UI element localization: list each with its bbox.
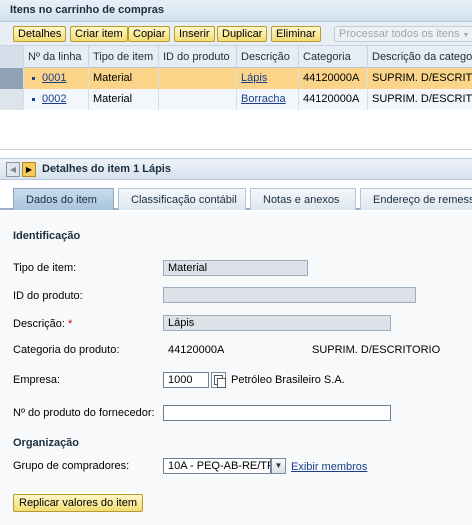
item-type-field: Material bbox=[163, 260, 308, 276]
row-selector[interactable] bbox=[0, 68, 24, 89]
product-id-cell bbox=[159, 68, 237, 89]
tab-account-assignment[interactable]: Classificação contábil bbox=[118, 188, 246, 210]
buyer-group-select[interactable]: 10A - PEQ-AB-RE/TR bbox=[163, 458, 271, 474]
supplier-product-field[interactable] bbox=[163, 405, 391, 421]
show-members-link[interactable]: Exibir membros bbox=[291, 461, 367, 473]
tab-notes-attachments[interactable]: Notas e anexos bbox=[250, 188, 356, 210]
cart-toolbar: Detalhes Criar item Copiar Inserir Dupli… bbox=[0, 22, 472, 46]
previous-item-button[interactable]: ◀ bbox=[6, 162, 20, 177]
description-cell: Borracha bbox=[237, 89, 299, 110]
product-category-description: SUPRIM. D/ESCRITORIO bbox=[312, 344, 441, 356]
description-link[interactable]: Borracha bbox=[241, 93, 286, 105]
column-header-category[interactable]: Categoria bbox=[299, 46, 368, 68]
description-label-text: Descrição: bbox=[13, 318, 65, 330]
replicate-item-values-button[interactable]: Replicar valores do item bbox=[13, 494, 143, 512]
value-help-icon[interactable] bbox=[211, 372, 226, 388]
table-row[interactable]: 0001 Material Lápis 44120000A SUPRIM. D/… bbox=[0, 68, 472, 89]
column-header-description[interactable]: Descrição bbox=[237, 46, 299, 68]
row-selector[interactable] bbox=[0, 89, 24, 110]
line-number-link[interactable]: 0002 bbox=[42, 93, 66, 105]
category-cell: 44120000A bbox=[299, 89, 368, 110]
process-all-items-label: Processar todos os itens bbox=[339, 28, 460, 40]
chevron-down-icon[interactable]: ▼ bbox=[271, 458, 286, 474]
item-type-cell: Material bbox=[89, 68, 159, 89]
duplicate-button[interactable]: Duplicar bbox=[217, 26, 268, 42]
category-cell: 44120000A bbox=[299, 68, 368, 89]
identification-heading: Identificação bbox=[13, 230, 81, 242]
product-category-field: 44120000A bbox=[168, 344, 225, 356]
description-link[interactable]: Lápis bbox=[241, 72, 267, 84]
item-data-form: Identificação Tipo de item: Material ID … bbox=[0, 212, 472, 525]
cart-panel-title: Itens no carrinho de compras bbox=[0, 0, 472, 22]
table-header: Nº da linha Tipo de item ID do produto D… bbox=[0, 46, 472, 68]
details-header: ◀ ▶ Detalhes do item 1 Lápis bbox=[0, 158, 472, 180]
column-header-category-desc[interactable]: Descrição da catego bbox=[368, 46, 472, 68]
bullet-icon bbox=[32, 76, 35, 80]
product-category-label: Categoria do produto: bbox=[13, 344, 120, 356]
copy-button[interactable]: Copiar bbox=[128, 26, 171, 42]
table-row[interactable]: 0002 Material Borracha 44120000A SUPRIM.… bbox=[0, 89, 472, 110]
column-header-product-id[interactable]: ID do produto bbox=[159, 46, 237, 68]
tab-item-data[interactable]: Dados do item bbox=[13, 188, 114, 210]
buyer-group-label: Grupo de compradores: bbox=[13, 460, 130, 472]
description-label: Descrição: * bbox=[13, 318, 72, 330]
company-name: Petróleo Brasileiro S.A. bbox=[231, 374, 345, 386]
select-all-column[interactable] bbox=[0, 46, 24, 68]
tab-delivery-address[interactable]: Endereço de remess bbox=[360, 188, 472, 210]
process-all-items-button[interactable]: Processar todos os itens ▼ bbox=[334, 26, 472, 42]
item-type-label: Tipo de item: bbox=[13, 262, 77, 274]
create-item-button[interactable]: Criar item bbox=[70, 26, 128, 42]
item-type-cell: Material bbox=[89, 89, 159, 110]
next-item-button[interactable]: ▶ bbox=[22, 162, 36, 177]
column-header-line[interactable]: Nº da linha bbox=[24, 46, 89, 68]
delete-button[interactable]: Eliminar bbox=[271, 26, 321, 42]
chevron-down-icon: ▼ bbox=[462, 32, 470, 39]
organization-heading: Organização bbox=[13, 437, 80, 449]
insert-button[interactable]: Inserir bbox=[174, 26, 215, 42]
description-cell: Lápis bbox=[237, 68, 299, 89]
column-header-item-type[interactable]: Tipo de item bbox=[89, 46, 159, 68]
required-marker: * bbox=[67, 318, 73, 330]
product-id-field bbox=[163, 287, 416, 303]
product-id-cell bbox=[159, 89, 237, 110]
details-button[interactable]: Detalhes bbox=[13, 26, 67, 42]
company-label: Empresa: bbox=[13, 374, 61, 386]
line-number-link[interactable]: 0001 bbox=[42, 72, 66, 84]
category-desc-cell: SUPRIM. D/ESCRITOR bbox=[368, 68, 472, 89]
category-desc-cell: SUPRIM. D/ESCRITOR bbox=[368, 89, 472, 110]
company-field[interactable]: 1000 bbox=[163, 372, 209, 388]
details-title: Detalhes do item 1 Lápis bbox=[42, 163, 171, 175]
product-id-label: ID do produto: bbox=[13, 290, 83, 302]
line-number-cell: 0002 bbox=[24, 89, 89, 110]
line-number-cell: 0001 bbox=[24, 68, 89, 89]
table-empty-area bbox=[0, 110, 472, 150]
bullet-icon bbox=[32, 97, 35, 101]
description-field[interactable]: Lápis bbox=[163, 315, 391, 331]
supplier-product-label: Nº do produto do fornecedor: bbox=[13, 407, 155, 419]
details-tabs: Dados do item Classificação contábil Not… bbox=[0, 186, 472, 210]
